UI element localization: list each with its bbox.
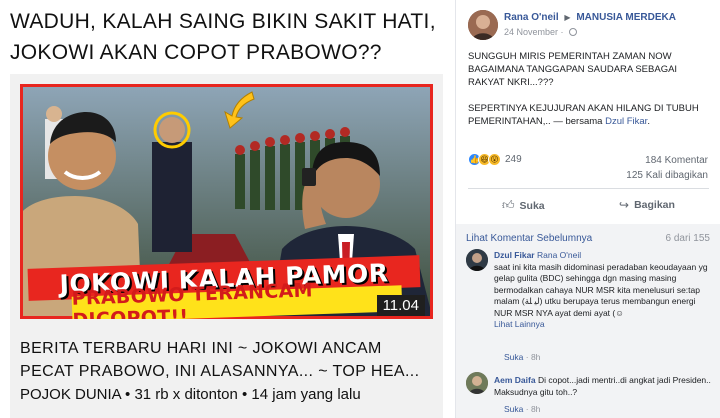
comment-tagged-user[interactable]: Rana O'neil xyxy=(537,250,581,260)
globe-icon xyxy=(569,28,578,36)
tagged-user-link[interactable]: Dzul Fikar xyxy=(605,116,647,127)
share-button[interactable]: ↪ Bagikan xyxy=(619,198,675,212)
comment-avatar-image xyxy=(466,372,488,394)
comment-avatar[interactable] xyxy=(466,249,488,271)
share-count[interactable]: 125 Kali dibagikan xyxy=(626,170,708,181)
comment-count[interactable]: 184 Komentar xyxy=(645,155,708,166)
divider xyxy=(468,188,709,189)
comment-text: saat ini kita masih didominasi peradaban… xyxy=(494,261,708,318)
share-icon: ↪ xyxy=(619,198,630,212)
see-more-link[interactable]: Lihat Lainnya xyxy=(494,319,714,331)
video-meta: POJOK DUNIA • 31 rb x ditonton • 14 jam … xyxy=(20,386,361,403)
video-screenshot-panel: WADUH, KALAH SAING BIKIN SAKIT HATI, JOK… xyxy=(0,0,455,418)
comment-like-link[interactable]: Suka xyxy=(504,404,523,414)
reaction-count: 249 xyxy=(505,154,522,165)
post-date-text: 24 November · xyxy=(504,27,567,37)
comment-meta: Suka · 8h xyxy=(504,404,541,414)
comments-pagination-count: 6 dari 155 xyxy=(665,233,710,244)
facebook-post-panel: Rana O'neil ▶ MANUSIA MERDEKA 24 Novembe… xyxy=(455,0,720,418)
post-body: SUNGGUH MIRIS PEMERINTAH ZAMAN NOW BAGAI… xyxy=(468,50,713,141)
comment-author[interactable]: Dzul Fikar xyxy=(494,250,535,260)
wow-reaction-icon: 😮 xyxy=(488,153,501,166)
view-previous-comments-link[interactable]: Lihat Komentar Sebelumnya xyxy=(466,233,592,244)
post-paragraph-1: SUNGGUH MIRIS PEMERINTAH ZAMAN NOW BAGAI… xyxy=(468,51,678,88)
post-paragraph-2: SEPERTINYA KEJUJURAN AKAN HILANG DI TUBU… xyxy=(468,102,713,128)
comment-author[interactable]: Aem Daifa xyxy=(494,375,536,385)
comment-avatar[interactable] xyxy=(466,372,488,394)
poster-avatar[interactable] xyxy=(468,10,498,40)
thumbnail-banner-yellow: PRABOWO TERANCAM DICOPOT!! xyxy=(71,279,403,319)
poster-avatar-image xyxy=(468,10,498,40)
post-date[interactable]: 24 November · xyxy=(504,27,578,37)
comment-like-link[interactable]: Suka xyxy=(504,352,523,362)
thumbs-up-icon: 👍︎ xyxy=(502,198,515,212)
video-card[interactable]: JOKOWI KALAH PAMOR PRABOWO TERANCAM DICO… xyxy=(10,74,443,418)
group-name[interactable]: MANUSIA MERDEKA xyxy=(576,12,676,23)
post-header: Rana O'neil ▶ MANUSIA MERDEKA xyxy=(504,12,676,23)
video-title[interactable]: BERITA TERBARU HARI INI ~ JOKOWI ANCAM P… xyxy=(20,337,435,383)
video-thumbnail[interactable]: JOKOWI KALAH PAMOR PRABOWO TERANCAM DICO… xyxy=(20,84,433,319)
comment-meta: Suka · 8h xyxy=(504,352,541,362)
poster-name[interactable]: Rana O'neil xyxy=(504,12,559,23)
headline: WADUH, KALAH SAING BIKIN SAKIT HATI, JOK… xyxy=(10,10,436,64)
share-button-label: Bagikan xyxy=(634,199,675,211)
like-button-label: Suka xyxy=(519,199,545,212)
comment-avatar-image xyxy=(466,249,488,271)
comment-body: Aem Daifa Di copot...jadi mentri..di ang… xyxy=(494,375,714,398)
reactions-summary[interactable]: 👍 😆 😮 249 xyxy=(468,153,522,166)
video-duration: 11.04 xyxy=(376,295,425,316)
comment-body: Dzul Fikar Rana O'neil saat ini kita mas… xyxy=(494,250,714,331)
like-button[interactable]: 👍︎ Suka xyxy=(502,198,545,213)
comment-time[interactable]: 8h xyxy=(531,404,540,414)
arrow-right-icon: ▶ xyxy=(564,13,571,22)
post-paragraph-2-end: . xyxy=(647,116,650,127)
post-paragraph-2-text: SEPERTINYA KEJUJURAN AKAN HILANG DI TUBU… xyxy=(468,103,699,127)
comment-time[interactable]: 8h xyxy=(531,352,540,362)
